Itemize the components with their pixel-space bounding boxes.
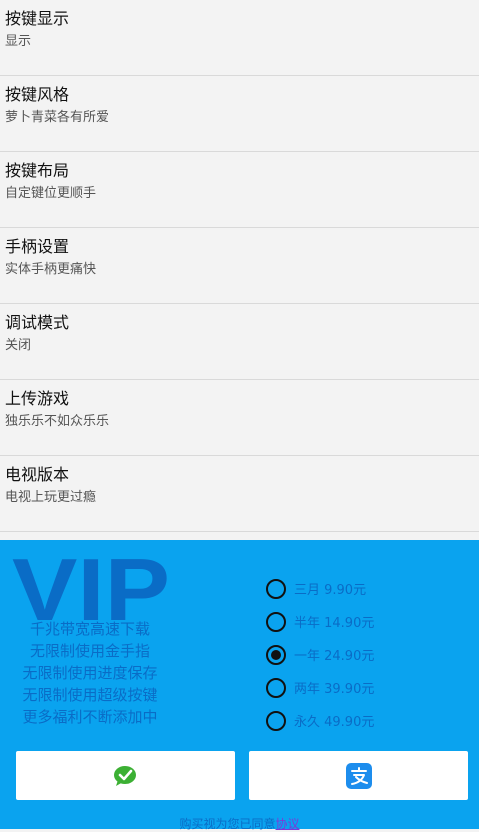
alipay-icon bbox=[345, 762, 372, 789]
wechat-pay-button[interactable] bbox=[16, 751, 235, 800]
plan-label: 半年 14.90元 bbox=[294, 616, 375, 631]
setting-key-style[interactable]: 按键风格 萝卜青菜各有所爱 bbox=[0, 76, 479, 152]
vip-logo: VIP bbox=[12, 554, 170, 624]
setting-value: 自定键位更顺手 bbox=[5, 186, 97, 201]
plan-label: 一年 24.90元 bbox=[294, 649, 375, 664]
setting-debug-mode[interactable]: 调试模式 关闭 bbox=[0, 304, 479, 380]
radio-button-selected[interactable] bbox=[266, 644, 286, 665]
setting-value: 独乐乐不如众乐乐 bbox=[5, 414, 110, 429]
vip-purchase-panel: VIP 千兆带宽高速下载 无限制使用金手指 无限制使用进度保存 无限制使用超级按… bbox=[0, 540, 479, 832]
setting-title: 调试模式 bbox=[5, 313, 70, 332]
setting-title: 按键布局 bbox=[5, 161, 70, 180]
setting-key-display[interactable]: 按键显示 显示 bbox=[0, 0, 479, 76]
benefit-item: 无限制使用金手指 bbox=[29, 642, 150, 660]
vip-benefits: 千兆带宽高速下载 无限制使用金手指 无限制使用进度保存 无限制使用超级按键 更多… bbox=[0, 618, 180, 728]
agreement-notice: 购买视为您已同意协议 bbox=[0, 815, 479, 832]
benefit-item: 无限制使用超级按键 bbox=[22, 686, 158, 704]
setting-title: 上传游戏 bbox=[5, 389, 70, 408]
benefit-item: 无限制使用进度保存 bbox=[22, 664, 158, 682]
plan-label: 三月 9.90元 bbox=[294, 583, 367, 598]
plan-option-half-year[interactable]: 半年 14.90元 bbox=[266, 605, 374, 638]
benefit-item: 千兆带宽高速下载 bbox=[29, 620, 150, 638]
setting-value: 关闭 bbox=[5, 338, 32, 353]
alipay-button[interactable] bbox=[249, 751, 468, 800]
plan-label: 永久 49.90元 bbox=[294, 715, 375, 730]
setting-title: 手柄设置 bbox=[5, 237, 70, 256]
plan-option-lifetime[interactable]: 永久 49.90元 bbox=[266, 704, 374, 737]
vip-plan-options: 三月 9.90元 半年 14.90元 一年 24.90元 两年 39.90元 永… bbox=[266, 572, 374, 737]
plan-label: 两年 39.90元 bbox=[294, 682, 375, 697]
wechat-icon bbox=[113, 765, 136, 786]
setting-value: 萝卜青菜各有所爱 bbox=[5, 110, 110, 125]
plan-option-3-months[interactable]: 三月 9.90元 bbox=[266, 572, 374, 605]
setting-title: 按键风格 bbox=[5, 85, 70, 104]
radio-button[interactable] bbox=[266, 578, 286, 599]
setting-value: 显示 bbox=[5, 34, 32, 49]
radio-button[interactable] bbox=[266, 677, 286, 698]
setting-title: 电视版本 bbox=[5, 465, 70, 484]
setting-tv-version[interactable]: 电视版本 电视上玩更过瘾 bbox=[0, 456, 479, 532]
setting-title: 按键显示 bbox=[5, 9, 70, 28]
setting-key-layout[interactable]: 按键布局 自定键位更顺手 bbox=[0, 152, 479, 228]
setting-gamepad[interactable]: 手柄设置 实体手柄更痛快 bbox=[0, 228, 479, 304]
setting-upload-game[interactable]: 上传游戏 独乐乐不如众乐乐 bbox=[0, 380, 479, 456]
benefit-item: 更多福利不断添加中 bbox=[22, 708, 158, 726]
vip-logo-text: VIP bbox=[12, 554, 170, 624]
setting-value: 电视上玩更过瘾 bbox=[5, 490, 97, 505]
radio-button[interactable] bbox=[266, 710, 286, 731]
settings-list: 按键显示 显示 按键风格 萝卜青菜各有所爱 按键布局 自定键位更顺手 手柄设置 … bbox=[0, 0, 479, 532]
setting-value: 实体手柄更痛快 bbox=[5, 262, 97, 277]
radio-button[interactable] bbox=[266, 611, 286, 632]
plan-option-2-years[interactable]: 两年 39.90元 bbox=[266, 671, 374, 704]
plan-option-1-year[interactable]: 一年 24.90元 bbox=[266, 638, 374, 671]
